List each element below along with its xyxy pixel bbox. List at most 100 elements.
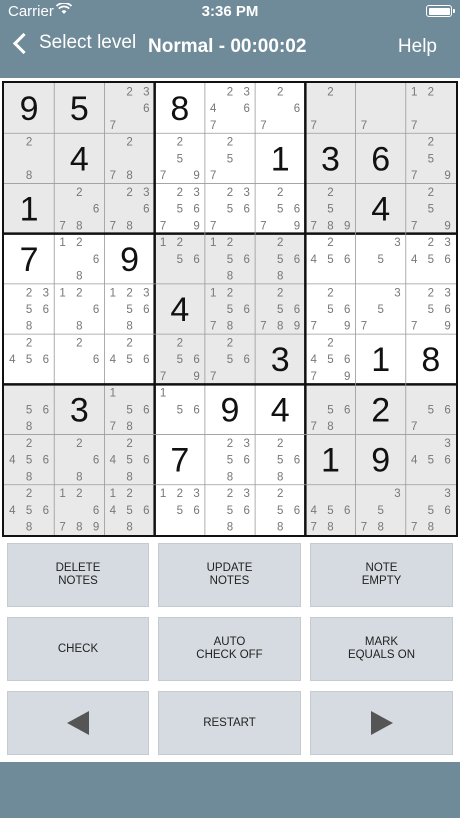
cell-r8c6[interactable]: 2 5 68 (255, 434, 306, 485)
cell-r1c8[interactable]: 7 (355, 83, 406, 134)
help-button[interactable]: Help (398, 36, 437, 58)
cell-r5c7[interactable]: 2 5 6 7 9 (305, 283, 356, 335)
cell-r3c3[interactable]: 2 3 6 7 8 (104, 183, 155, 234)
cell-r5c6[interactable]: 2 5 6 7 8 9 (255, 283, 306, 335)
cell-r8c1[interactable]: 24 5 68 (4, 434, 55, 485)
note-empty-button[interactable]: NOTE EMPTY (310, 543, 453, 607)
note-digit: 5 (26, 505, 32, 517)
cell-r1c7[interactable]: 27 (305, 83, 356, 134)
update-notes-button[interactable]: UPDATE NOTES (158, 543, 301, 607)
delete-notes-button[interactable]: DELETE NOTES (7, 543, 149, 607)
cell-r9c5[interactable]: 2 35 68 (204, 484, 256, 535)
auto-check-button[interactable]: AUTO CHECK OFF (158, 617, 301, 681)
cell-r6c9[interactable]: 8 (405, 334, 456, 385)
cell-r4c5[interactable]: 1 2 5 68 (204, 233, 256, 284)
cell-r8c2[interactable]: 268 (54, 434, 105, 485)
cell-r6c7[interactable]: 24 5 6 7 9 (305, 334, 356, 385)
cell-r4c7[interactable]: 24 5 6 (305, 233, 356, 284)
cell-r9c4[interactable]: 1 2 35 6 (154, 484, 205, 535)
cell-r6c4[interactable]: 2 5 6 9 7 (154, 334, 205, 385)
cell-r6c2[interactable]: 26 (54, 334, 105, 385)
cell-r6c1[interactable]: 24 5 6 (4, 334, 55, 385)
cell-r7c8[interactable]: 2 (355, 384, 406, 435)
cell-value: 4 (170, 291, 189, 329)
note-digit: 6 (444, 304, 450, 316)
cell-r5c3[interactable]: 1 2 35 68 (104, 283, 155, 335)
cell-r1c4[interactable]: 8 (154, 83, 205, 134)
cell-r2c7[interactable]: 3 (305, 133, 356, 184)
cell-r2c5[interactable]: 2 57 (204, 133, 256, 184)
cell-r3c2[interactable]: 26 7 8 (54, 183, 105, 234)
cell-r7c2[interactable]: 3 (54, 384, 105, 435)
cell-r1c2[interactable]: 5 (54, 83, 105, 134)
cell-r3c6[interactable]: 2 5 6 7 9 (255, 183, 306, 234)
cell-r5c1[interactable]: 2 35 68 (4, 283, 55, 335)
cell-r2c6[interactable]: 1 (255, 133, 306, 184)
cell-r3c4[interactable]: 2 35 6 9 7 (154, 183, 205, 234)
cell-r1c6[interactable]: 26 7 (255, 83, 306, 134)
cell-r4c1[interactable]: 7 (4, 233, 55, 284)
cell-r8c9[interactable]: 3 4 5 6 (405, 434, 456, 485)
cell-r5c8[interactable]: 357 (355, 283, 406, 335)
cell-r1c1[interactable]: 9 (4, 83, 55, 134)
cell-r9c2[interactable]: 1 26 7 8 9 (54, 484, 105, 535)
cell-r4c9[interactable]: 2 3 4 5 6 (405, 233, 456, 284)
note-digit: 8 (26, 170, 32, 182)
cell-r7c6[interactable]: 4 (255, 384, 306, 435)
note-digit: 2 (76, 337, 82, 349)
cell-r7c3[interactable]: 15 6 7 8 (104, 384, 155, 435)
cell-r4c2[interactable]: 1 268 (54, 233, 105, 284)
mark-equals-button[interactable]: MARK EQUALS ON (310, 617, 453, 681)
cell-r1c5[interactable]: 2 3 4 6 7 (204, 83, 256, 134)
cell-r4c3[interactable]: 9 (104, 233, 155, 284)
cell-r3c9[interactable]: 2 57 9 (405, 183, 456, 234)
cell-r6c8[interactable]: 1 (355, 334, 406, 385)
cell-r6c5[interactable]: 2 5 6 7 (204, 334, 256, 385)
back-button[interactable]: Select level (10, 32, 136, 54)
previous-button[interactable] (7, 691, 149, 755)
cell-r9c1[interactable]: 24 5 68 (4, 484, 55, 535)
cell-r2c3[interactable]: 2 7 8 (104, 133, 155, 184)
cell-r3c7[interactable]: 2 57 8 9 (305, 183, 356, 234)
restart-button[interactable]: RESTART (158, 691, 301, 755)
cell-r8c3[interactable]: 24 5 68 (104, 434, 155, 485)
check-button[interactable]: CHECK (7, 617, 149, 681)
cell-r2c4[interactable]: 2 59 7 (154, 133, 205, 184)
cell-r1c3[interactable]: 2 3 6 7 (104, 83, 155, 134)
cell-r5c9[interactable]: 2 35 6 7 9 (405, 283, 456, 335)
cell-r8c5[interactable]: 2 35 68 (204, 434, 256, 485)
cell-r9c6[interactable]: 2 5 68 (255, 484, 306, 535)
cell-r2c9[interactable]: 2 57 9 (405, 133, 456, 184)
cell-r9c9[interactable]: 35 6 7 8 (405, 484, 456, 535)
cell-r1c9[interactable]: 1 2 7 (405, 83, 456, 134)
cell-value: 7 (20, 241, 39, 279)
cell-r8c4[interactable]: 7 (154, 434, 205, 485)
cell-r9c3[interactable]: 1 24 5 68 (104, 484, 155, 535)
cell-r4c6[interactable]: 2 5 68 (255, 233, 306, 284)
cell-r9c7[interactable]: 4 5 6 7 8 (305, 484, 356, 535)
next-button[interactable] (310, 691, 453, 755)
cell-r3c1[interactable]: 1 (4, 183, 55, 234)
cell-r5c2[interactable]: 1 268 (54, 283, 105, 335)
cell-r8c8[interactable]: 9 (355, 434, 406, 485)
cell-r3c8[interactable]: 4 (355, 183, 406, 234)
cell-r7c4[interactable]: 15 6 (154, 384, 205, 435)
cell-r5c5[interactable]: 1 2 5 6 7 8 (204, 283, 256, 335)
cell-r7c9[interactable]: 5 6 7 (405, 384, 456, 435)
cell-r4c8[interactable]: 35 (355, 233, 406, 284)
cell-r3c5[interactable]: 2 35 6 7 (204, 183, 256, 234)
cell-r2c8[interactable]: 6 (355, 133, 406, 184)
cell-r8c7[interactable]: 1 (305, 434, 356, 485)
cell-r7c1[interactable]: 5 68 (4, 384, 55, 435)
cell-value: 5 (70, 90, 89, 128)
cell-r7c5[interactable]: 9 (204, 384, 256, 435)
cell-r7c7[interactable]: 5 6 7 8 (305, 384, 356, 435)
cell-r2c2[interactable]: 4 (54, 133, 105, 184)
cell-r2c1[interactable]: 28 (4, 133, 55, 184)
cell-r6c6[interactable]: 3 (255, 334, 306, 385)
cell-r4c4[interactable]: 1 2 5 6 (154, 233, 205, 284)
cell-r5c4[interactable]: 4 (154, 283, 205, 335)
cell-r9c8[interactable]: 357 8 (355, 484, 406, 535)
note-digit: 8 (126, 220, 132, 232)
cell-r6c3[interactable]: 24 5 6 (104, 334, 155, 385)
